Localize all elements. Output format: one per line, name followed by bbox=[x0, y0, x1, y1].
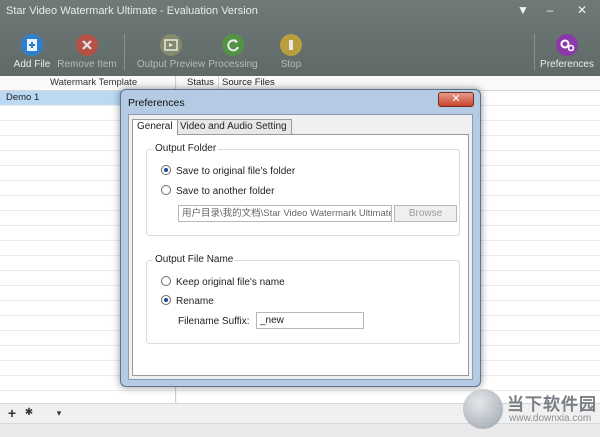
status-column-header[interactable]: Status bbox=[187, 76, 214, 90]
watermark-text: 当下软件园 bbox=[507, 395, 597, 414]
browse-button[interactable]: Browse bbox=[394, 205, 457, 222]
toolbar: Add File Remove Item Output Preview Proc… bbox=[0, 28, 600, 76]
tab-video-audio-setting[interactable]: Video and Audio Setting bbox=[175, 119, 292, 134]
filename-suffix-field[interactable]: _new bbox=[256, 312, 364, 329]
add-template-button[interactable]: + bbox=[5, 406, 19, 420]
save-another-folder-label: Save to another folder bbox=[176, 186, 275, 197]
app-title: Star Video Watermark Ultimate - Evaluati… bbox=[6, 5, 258, 17]
preferences-button[interactable]: Preferences bbox=[532, 28, 600, 70]
keep-original-name-option[interactable]: Keep original file's name bbox=[161, 276, 285, 288]
rename-label: Rename bbox=[176, 296, 214, 307]
remove-item-button[interactable]: Remove Item bbox=[52, 28, 122, 70]
chevron-down-icon[interactable]: ▾ bbox=[52, 406, 66, 420]
output-folder-title: Output Folder bbox=[153, 143, 219, 154]
refresh-icon bbox=[222, 34, 244, 56]
dialog-body: General Video and Audio Setting Output F… bbox=[128, 114, 473, 380]
stop-icon bbox=[280, 34, 302, 56]
output-folder-path-field[interactable]: 用户目录\我的文档\Star Video Watermark Ultimate bbox=[178, 205, 392, 222]
output-file-name-group: Output File Name Keep original file's na… bbox=[146, 254, 460, 344]
title-bar: Star Video Watermark Ultimate - Evaluati… bbox=[0, 0, 600, 22]
rename-option[interactable]: Rename bbox=[161, 295, 214, 307]
save-original-folder-option[interactable]: Save to original file's folder bbox=[161, 165, 295, 177]
radio-icon[interactable] bbox=[161, 276, 171, 286]
stop-label: Stop bbox=[280, 59, 302, 70]
watermark-template-header-label: Watermark Template bbox=[50, 77, 138, 88]
minimize-button[interactable]: – bbox=[540, 2, 560, 18]
save-original-folder-label: Save to original file's folder bbox=[176, 166, 296, 177]
filename-suffix-label: Filename Suffix: bbox=[178, 316, 250, 327]
output-preview-label: Output Preview bbox=[136, 59, 206, 70]
gear-icon bbox=[556, 34, 578, 56]
add-file-icon bbox=[21, 34, 43, 56]
general-tab-pane: Output Folder Save to original file's fo… bbox=[132, 134, 469, 376]
output-preview-icon bbox=[160, 34, 182, 56]
output-file-name-title: Output File Name bbox=[153, 254, 236, 265]
source-files-column-header[interactable]: Source Files bbox=[222, 76, 275, 90]
window-menu-button[interactable]: ▼ bbox=[513, 2, 533, 18]
site-watermark: 当下软件园 www.downxia.com bbox=[463, 386, 600, 437]
tab-general[interactable]: General bbox=[132, 119, 178, 135]
toolbar-separator bbox=[124, 34, 125, 70]
output-folder-group: Output Folder Save to original file's fo… bbox=[146, 143, 460, 236]
remove-icon bbox=[76, 34, 98, 56]
close-button[interactable]: ✕ bbox=[572, 2, 592, 18]
dialog-title: Preferences bbox=[128, 97, 185, 109]
watermark-logo-icon bbox=[463, 389, 503, 429]
output-preview-button[interactable]: Output Preview bbox=[136, 28, 206, 70]
app-header: Star Video Watermark Ultimate - Evaluati… bbox=[0, 0, 600, 76]
preferences-dialog: Preferences ✕ General Video and Audio Se… bbox=[120, 89, 481, 387]
stop-button[interactable]: Stop bbox=[256, 28, 326, 70]
remove-item-label: Remove Item bbox=[57, 59, 117, 70]
watermark-url: www.downxia.com bbox=[509, 413, 592, 424]
dialog-close-button[interactable]: ✕ bbox=[438, 92, 474, 107]
keep-original-name-label: Keep original file's name bbox=[176, 277, 285, 288]
radio-selected-icon[interactable] bbox=[161, 165, 171, 175]
settings-gear-icon[interactable]: ✱ bbox=[22, 406, 36, 420]
radio-selected-icon[interactable] bbox=[161, 295, 171, 305]
preferences-label: Preferences bbox=[540, 59, 594, 70]
radio-icon[interactable] bbox=[161, 185, 171, 195]
template-row-label: Demo 1 bbox=[6, 92, 40, 103]
save-another-folder-option[interactable]: Save to another folder bbox=[161, 185, 274, 197]
